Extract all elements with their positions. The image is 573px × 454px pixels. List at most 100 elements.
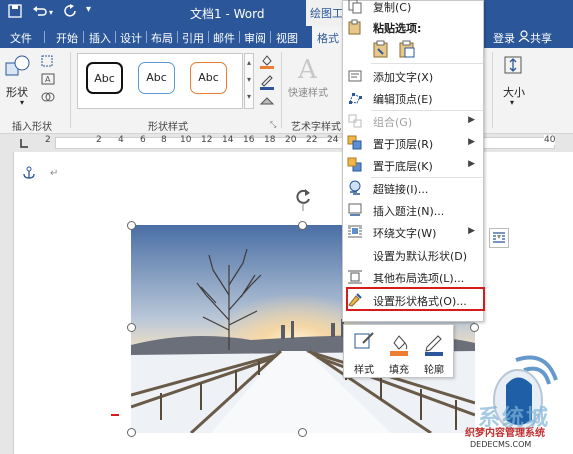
menu-item-set-default-shape[interactable]: 设置为默认形状(D) (343, 244, 483, 266)
share-button[interactable]: 共享 (530, 30, 552, 46)
customize-qat-icon[interactable]: ▾ (86, 4, 91, 15)
menu-item-add-text[interactable]: 添加文字(X) (343, 65, 483, 87)
tab-separator (177, 31, 178, 43)
menu-item-label: 置于顶层(R) (373, 138, 434, 151)
style-icon (354, 332, 374, 349)
merge-shapes-icon[interactable] (40, 90, 58, 104)
ruler-number: 10 (180, 135, 192, 145)
menu-item-send-to-back[interactable]: 置于底层(K) ▶ (343, 154, 483, 176)
ruler-number: 16 (243, 135, 255, 145)
send-back-icon (347, 157, 362, 172)
tab-separator (146, 31, 147, 43)
rotate-handle-icon[interactable] (292, 185, 314, 211)
tab-mailings[interactable]: 邮件 (213, 30, 235, 46)
menu-item-group[interactable]: 组合(G) ▶ (343, 110, 483, 132)
wordart-group-label: 艺术字样式 (291, 122, 341, 133)
fill-button[interactable]: 填充 (384, 329, 414, 376)
tab-review[interactable]: 审阅 (244, 30, 266, 46)
menu-item-more-layout-options[interactable]: 其他布局选项(L)... (343, 266, 483, 288)
tab-file[interactable]: 文件 (10, 30, 32, 46)
group-icon (348, 114, 362, 128)
ruler-number: 4 (118, 135, 124, 145)
login-link[interactable]: 登录 (493, 30, 515, 46)
hyperlink-icon (349, 180, 361, 195)
menu-item-insert-caption[interactable]: 插入题注(N)... (343, 199, 483, 221)
size-icon[interactable] (502, 54, 524, 76)
shapes-button[interactable]: 形状 (6, 84, 28, 100)
tab-design[interactable]: 设计 (120, 30, 142, 46)
menu-item-edit-points[interactable]: 编辑顶点(E) (343, 87, 483, 109)
paste-keep-source-icon[interactable] (371, 39, 391, 59)
tab-references[interactable]: 引用 (182, 30, 204, 46)
layout-options-icon (348, 270, 362, 284)
style-button[interactable]: 样式 (349, 329, 379, 376)
save-icon[interactable] (8, 4, 22, 18)
tab-format[interactable]: 格式 (312, 26, 346, 48)
resize-handle-top[interactable] (298, 221, 307, 230)
edit-points-icon (349, 93, 362, 104)
paragraph-mark: ↵ (50, 168, 59, 179)
dialog-launcher-icon[interactable]: ⤡ (270, 120, 276, 130)
submenu-arrow-icon: ▶ (468, 115, 475, 125)
layout-options-button[interactable] (489, 228, 509, 248)
fill-label: 填充 (389, 365, 409, 376)
caption-icon (348, 203, 362, 216)
menu-item-hyperlink[interactable]: 超链接(I)... (343, 177, 483, 199)
resize-handle-bottom-left[interactable] (127, 428, 136, 437)
quick-styles-button[interactable]: 快速样式 (288, 84, 328, 99)
svg-text:A: A (297, 55, 318, 84)
ribbon-tabs: 文件 开始 插入 设计 布局 引用 邮件 审阅 视图 格式 (0, 26, 573, 48)
ruler-number: 24 (327, 135, 339, 145)
bring-front-icon (347, 135, 362, 150)
ruler-number: 6 (140, 135, 146, 145)
undo-icon[interactable] (32, 4, 48, 18)
ruler-number: 22 (306, 135, 318, 145)
size-dropdown-icon[interactable]: ▾ (510, 98, 514, 107)
ruler-number: 2 (45, 135, 51, 145)
share-icon[interactable] (518, 30, 530, 42)
resize-handle-right[interactable] (470, 323, 479, 332)
shape-effects-icon[interactable] (259, 94, 275, 108)
style-sample-orange[interactable]: Abc (190, 62, 227, 94)
edit-shape-icon[interactable] (40, 54, 58, 68)
tab-insert[interactable]: 插入 (89, 30, 111, 46)
highlight-box (346, 287, 485, 311)
tab-home[interactable]: 开始 (56, 30, 78, 46)
undo-dropdown-icon[interactable]: ▾ (49, 8, 53, 17)
paste-picture-icon[interactable] (397, 39, 417, 59)
shape-styles-group-label: 形状样式 (148, 122, 188, 133)
ruler-number: 18 (264, 135, 276, 145)
text-box-icon[interactable]: A (40, 72, 58, 86)
ruler-number: 2 (96, 135, 102, 145)
shape-fill-icon[interactable] (259, 53, 275, 69)
outline-button[interactable]: 轮廓 (419, 329, 449, 376)
quick-styles-icon[interactable]: A (296, 54, 320, 84)
tab-stop-selector-icon[interactable] (18, 137, 30, 149)
style-sample-blue[interactable]: Abc (138, 62, 175, 94)
tab-separator (270, 31, 271, 43)
resize-handle-bottom[interactable] (298, 428, 307, 437)
resize-handle-left[interactable] (127, 323, 136, 332)
group-separator (492, 52, 493, 128)
gallery-scroll[interactable]: ▴ ▾ ▾ (244, 53, 254, 109)
shapes-dropdown-icon[interactable]: ▾ (20, 98, 24, 107)
anchor-icon (23, 166, 35, 179)
tab-layout[interactable]: 布局 (151, 30, 173, 46)
menu-item-copy[interactable]: 复制(C) (343, 0, 483, 17)
layout-options-icon (493, 232, 505, 243)
document-title: 文档1 - Word (190, 7, 265, 21)
fill-bucket-icon (390, 335, 408, 356)
shapes-icon[interactable] (4, 54, 32, 80)
redo-icon[interactable] (64, 4, 78, 18)
menu-item-wrap-text[interactable]: 环绕文字(W) ▶ (343, 221, 483, 243)
menu-item-label: 添加文字(X) (373, 71, 434, 84)
style-sample-black[interactable]: Abc (86, 62, 123, 94)
resize-handle-top-left[interactable] (127, 221, 136, 230)
text-box-icon (348, 70, 362, 82)
shape-styles-gallery[interactable]: Abc Abc Abc (77, 53, 243, 109)
shape-outline-icon[interactable] (259, 74, 275, 90)
menu-item-label: 编辑顶点(E) (373, 93, 433, 106)
tab-view[interactable]: 视图 (276, 30, 298, 46)
style-label: 样式 (354, 365, 374, 376)
menu-item-bring-to-front[interactable]: 置于顶层(R) ▶ (343, 132, 483, 154)
